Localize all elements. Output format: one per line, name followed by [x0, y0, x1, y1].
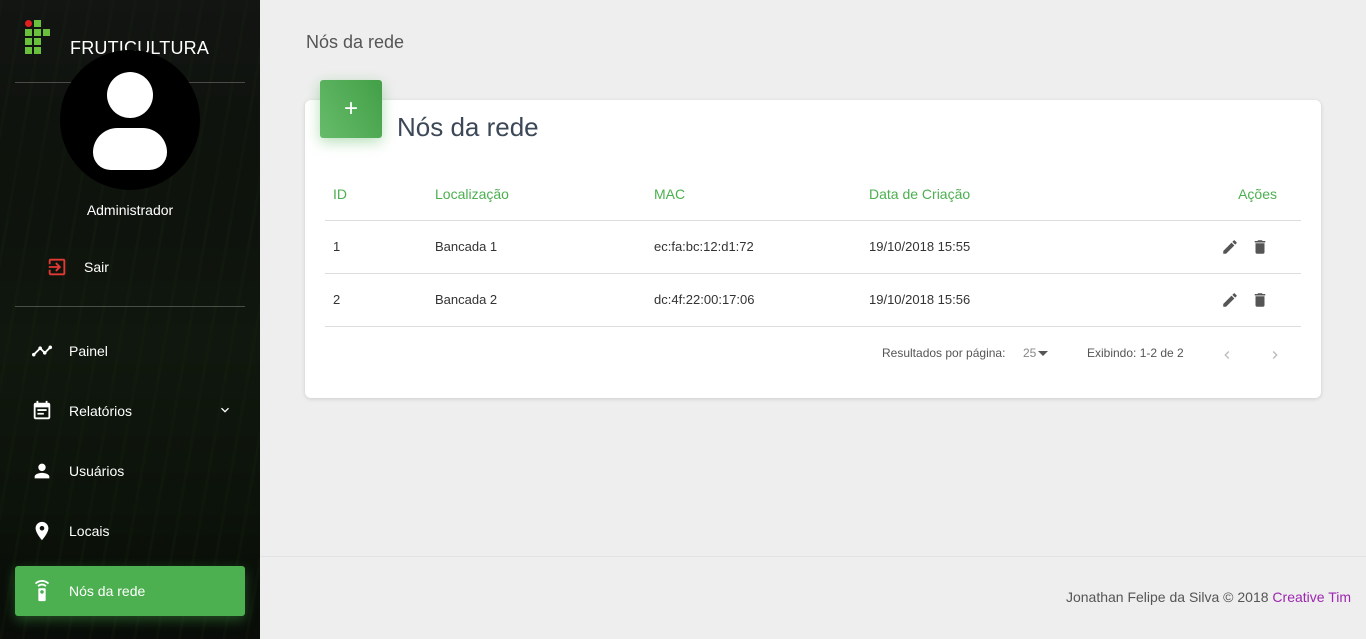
timeline-icon [30, 339, 54, 363]
sidebar-item-painel[interactable]: Painel [15, 326, 245, 376]
location-pin-icon [30, 519, 54, 543]
chevron-down-icon[interactable] [217, 402, 233, 418]
sidebar-item-label: Painel [69, 343, 108, 359]
footer-link[interactable]: Creative Tim [1272, 589, 1351, 605]
cell-actions [1161, 273, 1301, 327]
column-header-actions: Ações [1161, 168, 1301, 221]
sidebar-item-label: Locais [69, 523, 110, 539]
sidebar-item-usuarios[interactable]: Usuários [15, 446, 245, 496]
logout-label: Sair [84, 259, 109, 275]
footer: Jonathan Felipe da Silva © 2018 Creative… [1066, 589, 1351, 605]
add-node-button[interactable]: + [320, 80, 382, 138]
sidebar-item-nos-da-rede[interactable]: Nós da rede [15, 566, 245, 616]
column-header-mac[interactable]: MAC [646, 168, 861, 221]
calendar-icon [30, 399, 54, 423]
dropdown-arrow-icon [1038, 350, 1049, 356]
sidebar-item-label: Usuários [69, 463, 125, 479]
edit-icon[interactable] [1221, 291, 1239, 309]
column-header-id[interactable]: ID [325, 168, 427, 221]
sidebar-item-label: Relatórios [69, 403, 133, 419]
nav-divider [15, 306, 245, 307]
sidebar-item-relatorios[interactable]: Relatórios [15, 386, 245, 436]
per-page-label: Resultados por página: [882, 346, 1006, 360]
nodes-table: ID Localização MAC Data de Criação Ações… [325, 168, 1301, 327]
cell-mac: ec:fa:bc:12:d1:72 [646, 220, 861, 274]
cell-actions [1161, 220, 1301, 274]
column-header-created[interactable]: Data de Criação [861, 168, 1161, 221]
sidebar: FRUTICULTURA Administrador Sair Painel R… [0, 0, 260, 639]
cell-location: Bancada 2 [427, 273, 646, 327]
sidebar-item-label: Nós da rede [69, 583, 146, 599]
remote-device-icon [30, 579, 54, 603]
cell-location: Bancada 1 [427, 220, 646, 274]
avatar [60, 50, 200, 190]
delete-icon[interactable] [1251, 291, 1269, 309]
previous-page-button[interactable] [1216, 344, 1238, 366]
showing-range: Exibindo: 1-2 de 2 [1087, 346, 1184, 360]
delete-icon[interactable] [1251, 238, 1269, 256]
per-page-select[interactable]: 25 [1023, 346, 1049, 360]
logout-button[interactable]: Sair [46, 255, 109, 279]
person-icon [30, 459, 54, 483]
exit-icon [48, 258, 66, 276]
page-title: Nós da rede [306, 32, 405, 52]
cell-created: 19/10/2018 15:55 [861, 220, 1161, 274]
cell-id: 2 [325, 273, 427, 327]
table-row: 2 Bancada 2 dc:4f:22:00:17:06 19/10/2018… [325, 273, 1301, 327]
next-page-button[interactable] [1264, 344, 1286, 366]
cell-id: 1 [325, 220, 427, 274]
footer-text: Jonathan Felipe da Silva © 2018 [1065, 589, 1273, 605]
cell-created: 19/10/2018 15:56 [861, 273, 1161, 327]
sidebar-item-locais[interactable]: Locais [15, 506, 245, 556]
chevron-right-icon [1272, 351, 1278, 359]
column-header-location[interactable]: Localização [427, 168, 646, 221]
edit-icon[interactable] [1221, 238, 1239, 256]
institute-logo-icon [25, 20, 51, 54]
card-title: Nós da rede [397, 112, 539, 142]
cell-mac: dc:4f:22:00:17:06 [646, 273, 861, 327]
footer-divider [260, 556, 1366, 557]
chevron-left-icon [1224, 351, 1230, 359]
table-row: 1 Bancada 1 ec:fa:bc:12:d1:72 19/10/2018… [325, 220, 1301, 274]
user-name: Administrador [86, 202, 174, 218]
table-header-row: ID Localização MAC Data de Criação Ações [325, 168, 1301, 221]
per-page-value: 25 [1023, 346, 1037, 360]
